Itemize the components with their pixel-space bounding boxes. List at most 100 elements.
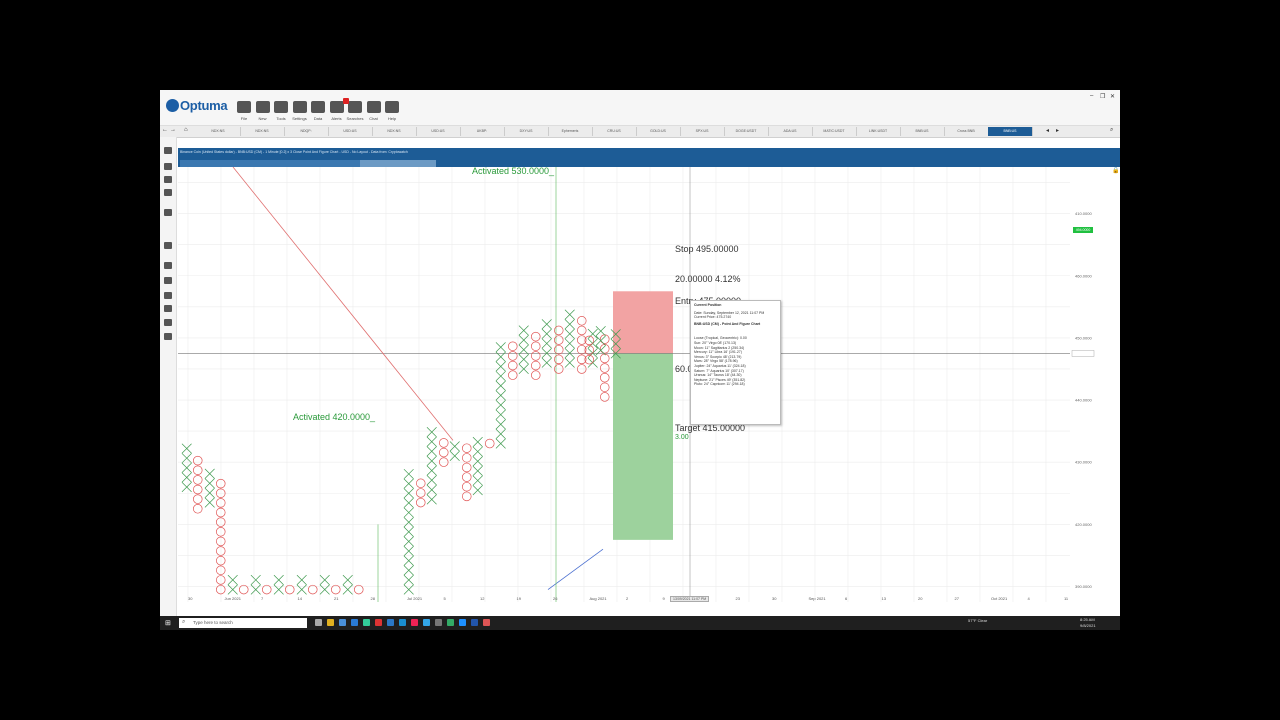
taskbar-app-icon[interactable] xyxy=(411,619,418,626)
x-column xyxy=(319,574,330,595)
price-tick-label: 390.0000 xyxy=(1075,584,1092,589)
new-document-icon[interactable] xyxy=(255,101,270,113)
chart-lock-icon[interactable]: 🔒 xyxy=(1112,167,1119,174)
chart-canvas[interactable]: 410.0000 460.0000 450.0000 440.0000 430.0000… xyxy=(178,167,1120,602)
o-mark xyxy=(554,325,564,336)
pnf-chart[interactable]: 410.0000 460.0000 450.0000 440.0000 430.0000… xyxy=(178,166,1120,602)
save-icon[interactable] xyxy=(164,176,172,183)
undo-icon[interactable] xyxy=(164,209,172,216)
o-mark xyxy=(439,447,449,458)
o-mark xyxy=(600,382,610,393)
help-icon[interactable] xyxy=(385,101,399,113)
ribbon-label: Help xyxy=(387,116,397,121)
taskbar-app-icon[interactable] xyxy=(387,619,394,626)
taskbar-app-icon[interactable] xyxy=(459,619,466,626)
chart-tab[interactable]: GOLD:US xyxy=(636,127,681,136)
chart-tab[interactable]: NDX:NS xyxy=(372,127,417,136)
open-icon[interactable] xyxy=(164,147,172,154)
taskbar-app-icon[interactable] xyxy=(351,619,358,626)
settings-icon[interactable] xyxy=(292,101,307,113)
downtrend-line xyxy=(232,167,454,441)
person-icon[interactable] xyxy=(164,305,172,312)
chart-tab[interactable]: DOGE:USDT xyxy=(724,127,769,136)
o-mark xyxy=(462,481,472,492)
table-icon[interactable] xyxy=(164,333,172,340)
forward-arrow-icon[interactable]: → xyxy=(170,127,176,133)
close-icon[interactable]: ✕ xyxy=(1110,93,1115,100)
chart-tab[interactable]: LINK:USDT xyxy=(856,127,901,136)
windows-start-icon[interactable]: ⊞ xyxy=(165,619,171,627)
navigator-strip[interactable] xyxy=(180,160,436,179)
stop-zone xyxy=(613,291,673,354)
taskbar-app-icon[interactable] xyxy=(375,619,382,626)
lock-icon[interactable] xyxy=(164,277,172,284)
date-tick-label: 30 xyxy=(188,596,193,601)
price-tick-label: 410.0000 xyxy=(1075,211,1092,216)
chart-tab[interactable]: ADA:US xyxy=(768,127,813,136)
crosshair-icon[interactable] xyxy=(164,262,172,269)
price-tick-label: 450.0000 xyxy=(1075,335,1092,340)
find-icon[interactable]: ⌕ xyxy=(1110,127,1113,134)
chart-tab[interactable]: DXY:US xyxy=(504,127,549,136)
date-tick-label: 20 xyxy=(918,596,923,601)
chart-tab[interactable]: BNB:US xyxy=(988,127,1033,136)
taskbar-app-icon[interactable] xyxy=(423,619,430,626)
chart-tab[interactable]: NDX:NS xyxy=(196,127,241,136)
x-column xyxy=(472,436,483,496)
taskbar-app-icon[interactable] xyxy=(363,619,370,626)
taskbar-app-icon[interactable] xyxy=(447,619,454,626)
x-column xyxy=(541,319,552,368)
cursor-date-label: 13/09/2021 11:07 PM xyxy=(670,596,710,602)
chart-tab[interactable]: MATIC:USDT xyxy=(812,127,857,136)
x-column xyxy=(564,309,575,368)
o-mark xyxy=(462,453,472,463)
tab-next-icon[interactable]: ▸ xyxy=(1056,127,1059,134)
chart-tab[interactable]: CRU:US xyxy=(592,127,637,136)
date-tick-label: 2 xyxy=(626,596,629,601)
taskbar-app-icon[interactable] xyxy=(471,619,478,626)
new-icon[interactable] xyxy=(164,163,172,170)
clock-time[interactable]: 8:25 AM xyxy=(1080,617,1095,622)
chart-tab[interactable]: USD:US xyxy=(416,127,461,136)
chart-tab[interactable]: BNB:US xyxy=(900,127,945,136)
chart-tab-bar: ← → ⌂ NDX:NS NDX:NS NDQP: USD:US NDX:NS USD:U… xyxy=(160,126,1120,138)
minimize-icon[interactable]: – xyxy=(1090,93,1093,99)
chart-tab[interactable]: NDX:NS xyxy=(240,127,285,136)
o-mark xyxy=(531,351,541,361)
home-icon[interactable]: ⌂ xyxy=(184,127,188,133)
chart-tab[interactable]: SPX:US xyxy=(680,127,725,136)
o-mark xyxy=(531,370,541,380)
chart-tab[interactable]: USD:US xyxy=(328,127,373,136)
back-arrow-icon[interactable]: ← xyxy=(162,127,168,133)
taskbar-search[interactable]: Type here to search xyxy=(179,618,307,628)
data-grid-icon[interactable] xyxy=(311,101,325,113)
chart-tab[interactable]: Cross BNB xyxy=(944,127,989,136)
taskbar-app-icon[interactable] xyxy=(435,619,442,626)
taskbar-app-icon[interactable] xyxy=(315,619,322,626)
clock-date[interactable]: 9/8/2021 xyxy=(1080,623,1096,628)
tools-icon[interactable] xyxy=(274,101,288,113)
current-price-marker xyxy=(1071,350,1095,357)
optuma-logo: Optuma xyxy=(166,98,228,113)
o-mark xyxy=(462,462,472,473)
taskbar-app-icon[interactable] xyxy=(339,619,346,626)
o-mark xyxy=(600,353,610,364)
magnet-icon[interactable] xyxy=(164,292,172,299)
draw-line-icon[interactable] xyxy=(164,242,172,249)
chart-tab[interactable]: NDQP: xyxy=(284,127,329,136)
taskbar-app-icon[interactable] xyxy=(327,619,334,626)
tab-prev-icon[interactable]: ◂ xyxy=(1046,127,1049,134)
alerts-icon[interactable] xyxy=(329,101,344,113)
taskbar-app-icon[interactable] xyxy=(483,619,490,626)
chart-tab[interactable]: UKBP: xyxy=(460,127,505,136)
search-icon[interactable] xyxy=(348,101,362,113)
date-tick-label: 6 xyxy=(845,596,848,601)
chart-tab[interactable]: Ephemeris xyxy=(548,127,593,136)
restore-icon[interactable]: ❐ xyxy=(1100,93,1105,100)
layers-icon[interactable] xyxy=(164,319,172,326)
chat-icon[interactable] xyxy=(366,101,381,113)
weather-widget[interactable]: 57°F Clear xyxy=(968,618,987,623)
print-icon[interactable] xyxy=(164,189,172,196)
folder-icon[interactable] xyxy=(237,101,251,113)
taskbar-app-icon[interactable] xyxy=(399,619,406,626)
